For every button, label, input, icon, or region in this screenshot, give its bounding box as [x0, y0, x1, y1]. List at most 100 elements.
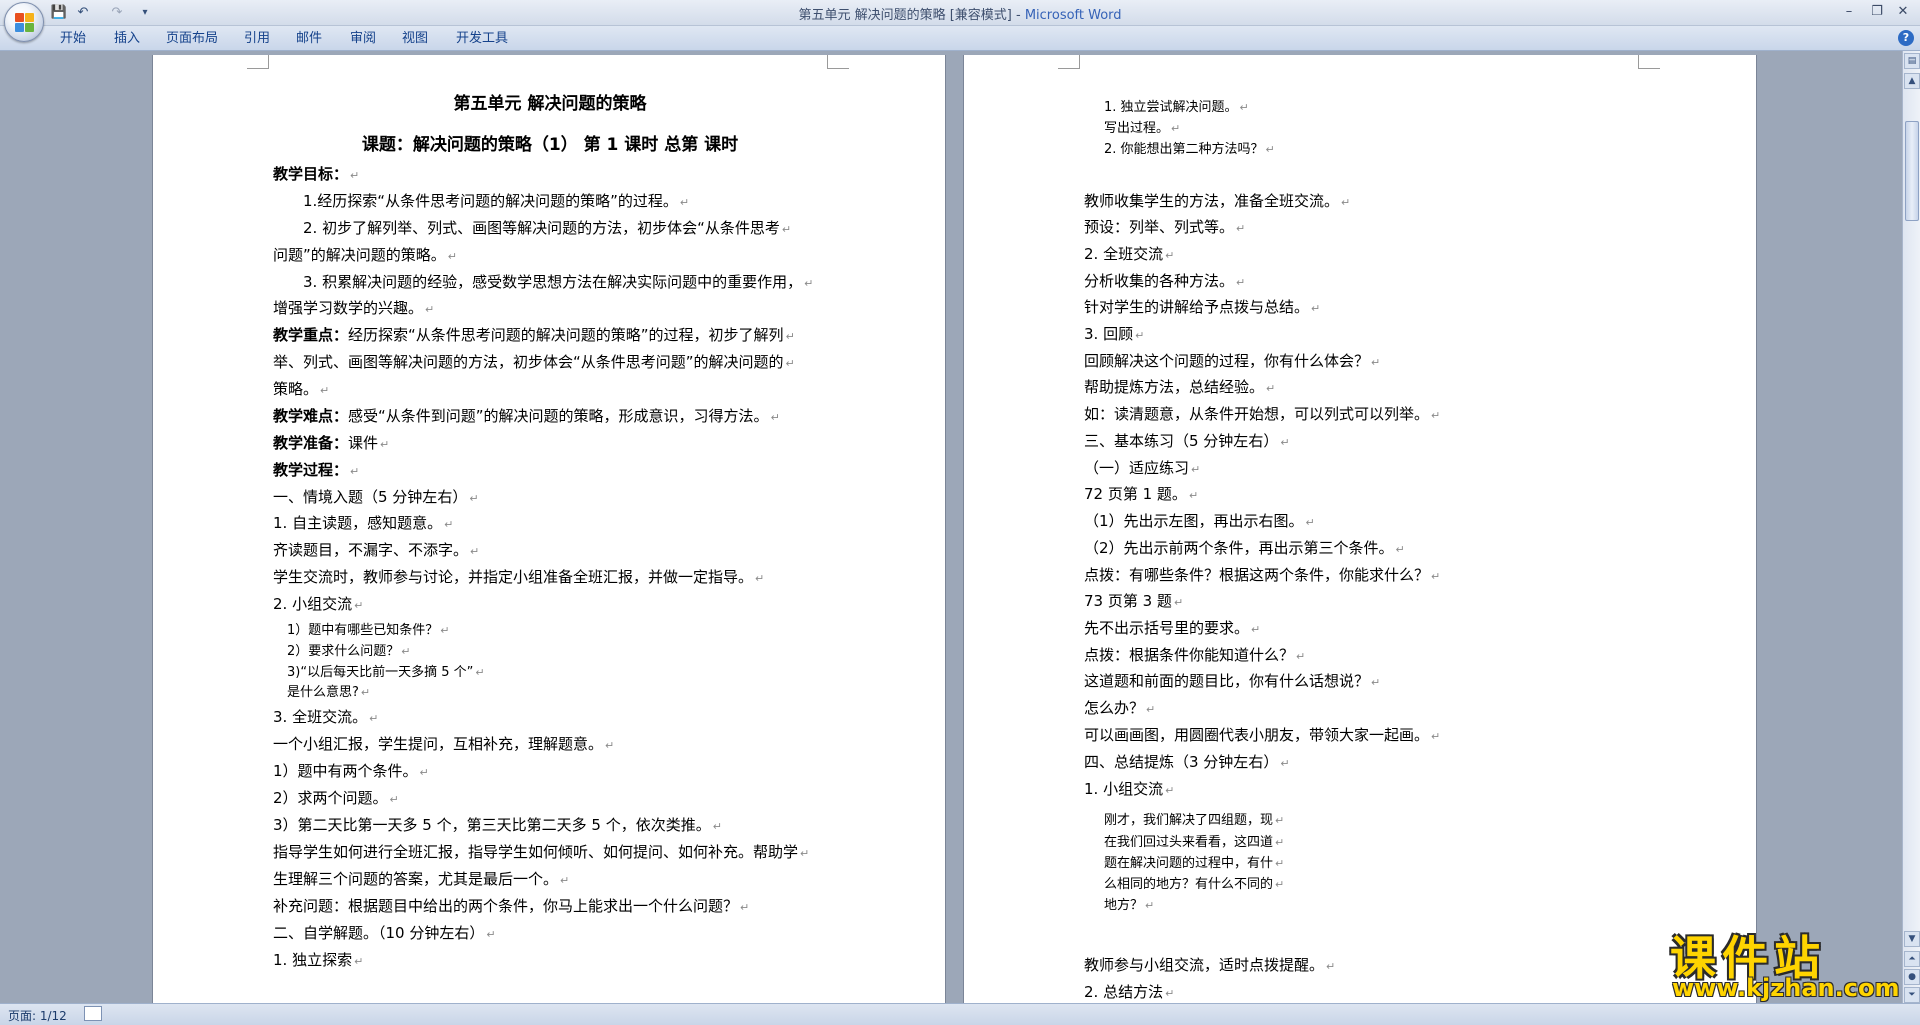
- paragraph-line: 教学重点：经历探索“从条件思考问题的解决问题的策略”的过程，初步了解列 ↵: [273, 324, 795, 345]
- paragraph-text: 帮助提炼方法，总结经验。: [1084, 378, 1265, 396]
- paragraph-line: 一个小组汇报，学生提问，互相补充，理解题意。 ↵: [273, 733, 614, 754]
- paragraph-line: 齐读题目，不漏字、不添字。 ↵: [273, 539, 479, 560]
- tab-references[interactable]: 引用: [244, 29, 270, 48]
- page-count[interactable]: 页面: 1/12: [8, 1007, 67, 1024]
- office-logo-icon: [15, 13, 34, 32]
- paragraph-line: 增强学习数学的兴趣。 ↵: [273, 297, 434, 318]
- paragraph-label: 教学准备：: [273, 434, 349, 452]
- paragraph-mark: ↵: [1165, 987, 1175, 1000]
- tab-mailings[interactable]: 邮件: [296, 29, 322, 48]
- paragraph-text: 3. 全班交流。: [273, 708, 368, 726]
- paragraph-line: 1）题中有两个条件。 ↵: [273, 760, 429, 781]
- minimize-icon[interactable]: –: [1838, 3, 1860, 21]
- paragraph-line: 1. 独立探索 ↵: [273, 949, 363, 970]
- tab-insert[interactable]: 插入: [114, 29, 140, 48]
- close-icon[interactable]: ✕: [1892, 3, 1914, 21]
- ribbon-tab-row: 开始 插入 页面布局 引用 邮件 审阅 视图 开发工具 ?: [0, 26, 1920, 51]
- vertical-scrollbar[interactable]: ▤ ▲ ▼ ⏶ ● ⏷: [1902, 51, 1920, 1003]
- paragraph-mark: ↵: [1341, 196, 1351, 209]
- paragraph-text: （1）先出示左图，再出示右图。: [1084, 512, 1304, 530]
- scroll-up-icon[interactable]: ▲: [1904, 73, 1920, 89]
- paragraph-line: 2. 总结方法 ↵: [1084, 981, 1174, 1002]
- paragraph-text: 2）求两个问题。: [273, 789, 388, 807]
- paragraph-mark: ↵: [1431, 570, 1441, 583]
- next-page-icon[interactable]: ⏷: [1904, 987, 1920, 1003]
- scroll-thumb[interactable]: [1905, 121, 1919, 221]
- paragraph-mark: ↵: [354, 599, 364, 612]
- paragraph-text: 点拨：有哪些条件？根据这两个条件，你能求什么？: [1084, 566, 1430, 584]
- paragraph-mark: ↵: [740, 901, 750, 914]
- tab-developer[interactable]: 开发工具: [456, 29, 508, 48]
- window-title: 第五单元 解决问题的策略 [兼容模式] - Microsoft Word: [0, 4, 1920, 23]
- paragraph-mark: ↵: [1145, 899, 1155, 912]
- crop-mark: [827, 55, 849, 69]
- paragraph-text: 2. 全班交流: [1084, 245, 1164, 263]
- scroll-down-icon[interactable]: ▼: [1904, 931, 1920, 947]
- paragraph-text: 2. 总结方法: [1084, 983, 1164, 1001]
- paragraph-line: 写出过程。 ↵: [1104, 117, 1180, 136]
- paragraph-text: 问题”的解决问题的策略。: [273, 246, 446, 264]
- paragraph-mark: ↵: [1326, 960, 1336, 973]
- paragraph-mark: ↵: [679, 196, 690, 209]
- paragraph-text: 一个小组汇报，学生提问，互相补充，理解题意。: [273, 735, 604, 753]
- paragraph-line: 教学难点：感受“从条件到问题”的解决问题的策略，形成意识，习得方法。 ↵: [273, 405, 780, 426]
- paragraph-line: 二、自学解题。（10 分钟左右） ↵: [273, 922, 496, 943]
- paragraph-label: 教学难点：: [273, 407, 349, 425]
- paragraph-line: 2）要求什么问题？ ↵: [287, 640, 411, 659]
- paragraph-text: 教师参与小组交流，适时点拨提醒。: [1084, 956, 1325, 974]
- paragraph-line: 针对学生的讲解给予点拨与总结。 ↵: [1084, 296, 1320, 317]
- paragraph-mark: ↵: [804, 277, 814, 290]
- paragraph-text: 3. 积累解决问题的经验，感受数学思想方法在解决实际问题中的重要作用，: [303, 273, 803, 291]
- paragraph-line: （1）先出示左图，再出示右图。 ↵: [1084, 510, 1315, 531]
- paragraph-mark: ↵: [1135, 329, 1145, 342]
- paragraph-mark: ↵: [1146, 703, 1156, 716]
- paragraph-mark: ↵: [440, 624, 450, 637]
- paragraph-text: 1）题中有两个条件。: [273, 762, 418, 780]
- ruler-toggle-icon[interactable]: ▤: [1904, 53, 1920, 69]
- paragraph-line: 四、总结提炼（3 分钟左右） ↵: [1084, 751, 1290, 772]
- paragraph-line: 指导学生如何进行全班汇报，指导学生如何倾听、如何提问、如何补充。帮助学 ↵: [273, 841, 809, 862]
- paragraph-mark: ↵: [360, 686, 371, 699]
- paragraph-line: 回顾解决这个问题的过程，你有什么体会？ ↵: [1084, 350, 1380, 371]
- proofing-icon[interactable]: [84, 1006, 102, 1021]
- crop-mark: [1638, 55, 1660, 69]
- paragraph-line: 一、情境入题（5 分钟左右） ↵: [273, 486, 479, 507]
- paragraph-line: 1. 独立尝试解决问题。 ↵: [1104, 96, 1249, 115]
- paragraph-mark: ↵: [785, 357, 795, 370]
- document-page-1[interactable]: 第五单元 解决问题的策略 课题：解决问题的策略（1） 第 1 课时 总第 课时 教学…: [152, 55, 946, 1003]
- paragraph-line: 3. 全班交流。 ↵: [273, 706, 378, 727]
- restore-icon[interactable]: ❐: [1866, 3, 1888, 21]
- browse-object-icon[interactable]: ●: [1904, 969, 1920, 985]
- paragraph-mark: ↵: [1251, 623, 1261, 636]
- paragraph-text: 二、自学解题。（10 分钟左右）: [273, 924, 485, 942]
- paragraph-line: 预设：列举、列式等。 ↵: [1084, 216, 1245, 237]
- paragraph-text: 教学过程：: [273, 461, 349, 479]
- paragraph-text: 怎么办？: [1084, 699, 1145, 717]
- previous-page-icon[interactable]: ⏶: [1904, 951, 1920, 967]
- tab-review[interactable]: 审阅: [350, 29, 376, 48]
- paragraph-line: 教师收集学生的方法，准备全班交流。 ↵: [1084, 190, 1350, 211]
- tab-page-layout[interactable]: 页面布局: [166, 29, 218, 48]
- document-page-2[interactable]: 1. 独立尝试解决问题。 ↵ 写出过程。 ↵ 2. 你能想出第二种方法吗？ ↵ 教师收集学生…: [963, 55, 1757, 1003]
- app-name: Microsoft Word: [1024, 8, 1122, 23]
- paragraph-text: 3)“以后每天比前一天多摘 5 个”: [287, 665, 474, 680]
- paragraph-mark: ↵: [1311, 302, 1321, 315]
- paragraph-line: 1. 自主读题，感知题意。 ↵: [273, 512, 453, 533]
- paragraph-line: 是什么意思? ↵: [287, 681, 370, 700]
- paragraph-line: 2. 你能想出第二种方法吗？ ↵: [1104, 138, 1275, 157]
- help-icon[interactable]: ?: [1898, 30, 1914, 46]
- paragraph-text: 么相同的地方？有什么不同的: [1104, 877, 1274, 892]
- paragraph-text: 如：读清题意，从条件开始想，可以列式可以列举。: [1084, 405, 1430, 423]
- tab-view[interactable]: 视图: [402, 29, 428, 48]
- paragraph-mark: ↵: [1236, 276, 1246, 289]
- office-button[interactable]: [4, 2, 44, 42]
- tab-home[interactable]: 开始: [60, 29, 86, 48]
- document-workspace[interactable]: 第五单元 解决问题的策略 课题：解决问题的策略（1） 第 1 课时 总第 课时 教学…: [0, 51, 1902, 1003]
- paragraph-mark: ↵: [1431, 409, 1441, 422]
- paragraph-text: 齐读题目，不漏字、不添字。: [273, 541, 469, 559]
- paragraph-mark: ↵: [1188, 489, 1199, 502]
- paragraph-line: 先不出示括号里的要求。 ↵: [1084, 617, 1260, 638]
- paragraph-text: 2. 初步了解列举、列式、画图等解决问题的方法，初步体会“从条件思考: [303, 219, 780, 237]
- paragraph-mark: ↵: [1296, 650, 1306, 663]
- paragraph-line: 可以画画图，用圆圈代表小朋友，带领大家一起画。 ↵: [1084, 724, 1440, 745]
